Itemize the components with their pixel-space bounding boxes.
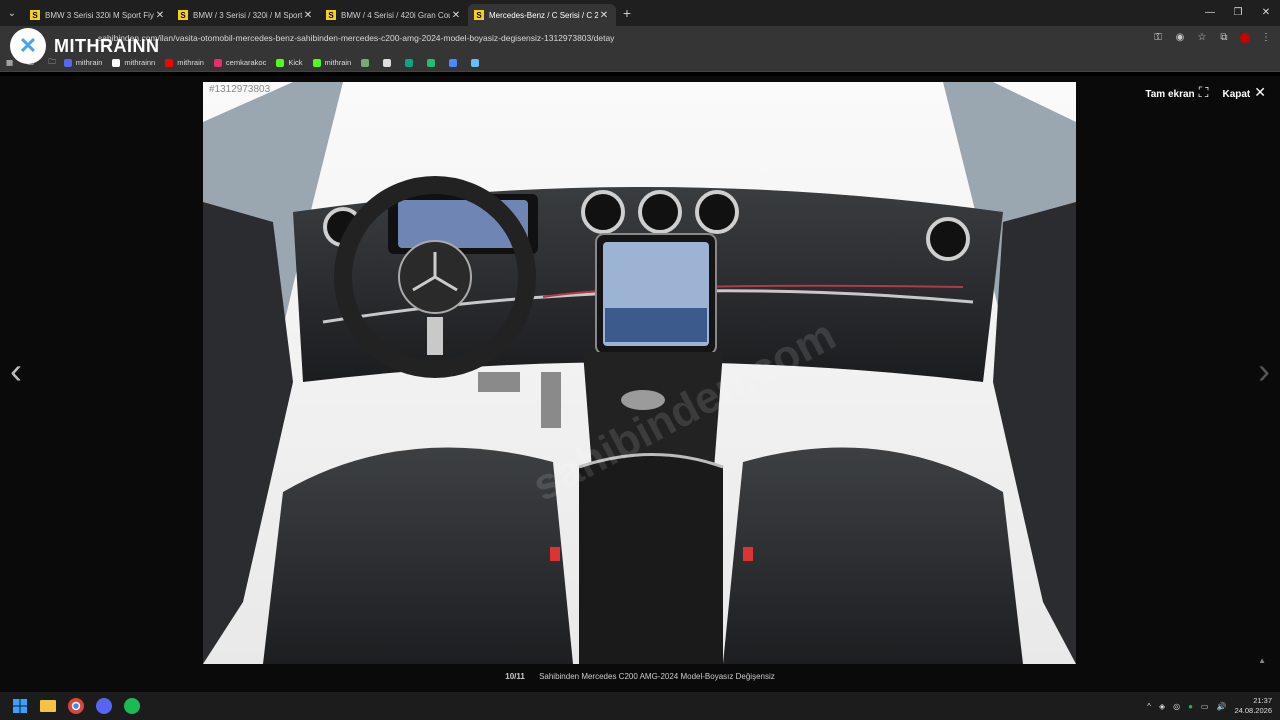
close-tab-icon[interactable]: ✕ <box>154 10 166 21</box>
tab-title: BMW 3 Serisi 320i M Sport Fiya <box>45 10 154 20</box>
discord-icon[interactable] <box>90 692 118 720</box>
profile-avatar[interactable] <box>1240 33 1250 43</box>
bookmark-mithrain-kick[interactable]: mithrain <box>312 58 351 67</box>
close-tab-icon[interactable]: ✕ <box>598 10 610 21</box>
bookmark-shortcut-icon[interactable] <box>383 58 395 67</box>
fullscreen-button[interactable]: Tam ekran ⛶ <box>1145 84 1208 101</box>
sahibinden-favicon-icon: S <box>178 10 188 20</box>
tab-title: Mercedes-Benz / C Serisi / C 20 <box>489 10 598 20</box>
sahibinden-favicon-icon: S <box>326 10 336 20</box>
close-window-icon[interactable]: ✕ <box>1252 0 1280 26</box>
close-tab-icon[interactable]: ✕ <box>302 10 314 21</box>
clock-time: 21:37 <box>1253 696 1272 705</box>
x-icon: ✕ <box>10 28 46 64</box>
bookmark-star-icon[interactable]: ☆ <box>1196 32 1208 43</box>
tab-search-icon[interactable]: ⌄ <box>0 0 24 26</box>
tab-2[interactable]: S BMW / 3 Serisi / 320i / M Sport ✕ <box>172 4 320 26</box>
clock-date: 24.08.2026 <box>1234 706 1272 715</box>
clock[interactable]: 21:37 24.08.2026 <box>1234 696 1272 716</box>
steam-tray-icon[interactable]: ◎ <box>1173 702 1180 711</box>
windows-start-icon[interactable] <box>6 692 34 720</box>
youtube-icon <box>165 58 174 67</box>
bookmark-kick[interactable]: Kick <box>276 58 303 67</box>
kick-icon <box>312 58 321 67</box>
password-key-icon[interactable]: ⚿ <box>1152 32 1164 43</box>
chevron-up-icon[interactable]: ^ <box>1147 702 1151 711</box>
steam-icon[interactable] <box>471 58 483 67</box>
chrome-icon[interactable] <box>62 692 90 720</box>
extensions-icon[interactable]: ⧉ <box>1218 32 1230 43</box>
tab-3[interactable]: S BMW / 4 Serisi / 420i Gran Cou ✕ <box>320 4 468 26</box>
fullscreen-icon: ⛶ <box>1198 84 1209 100</box>
tab-bar: ⌄ S BMW 3 Serisi 320i M Sport Fiya ✕ S B… <box>0 0 1280 26</box>
overlay-logo-text: MITHRAINN <box>54 35 160 56</box>
sahibinden-favicon-icon: S <box>474 10 484 20</box>
windows-taskbar: ^ ◈ ◎ ● ▭ 🔊 21:37 24.08.2026 <box>0 692 1280 720</box>
bookmark-mithrain-youtube[interactable]: mithrain <box>165 58 204 67</box>
photo-title: Sahibinden Mercedes C200 AMG-2024 Model-… <box>539 672 775 681</box>
bookmark-shortcut-icon[interactable] <box>449 58 461 67</box>
tab-title: BMW / 4 Serisi / 420i Gran Cou <box>341 10 450 20</box>
car-interior-photo[interactable]: sahibinden.com <box>203 82 1076 664</box>
file-explorer-icon[interactable] <box>34 692 62 720</box>
photo-counter: 10/11 <box>505 672 525 681</box>
system-tray: ^ ◈ ◎ ● ▭ 🔊 21:37 24.08.2026 <box>1147 692 1272 720</box>
tab-4-active[interactable]: S Mercedes-Benz / C Serisi / C 20 ✕ <box>468 4 616 26</box>
bookmark-shortcut-icon[interactable] <box>427 58 439 67</box>
address-toolbar: sahibinden.com/ilan/vasita-otomobil-merc… <box>0 26 1280 54</box>
window-controls: — ❐ ✕ <box>1196 0 1280 26</box>
address-bar[interactable]: sahibinden.com/ilan/vasita-otomobil-merc… <box>98 33 614 43</box>
sahibinden-favicon-icon: S <box>30 10 40 20</box>
eye-off-icon[interactable]: ◉ <box>1174 32 1186 43</box>
close-icon: ✕ <box>1254 84 1266 100</box>
new-tab-button[interactable]: + <box>616 5 638 21</box>
network-icon[interactable]: ▭ <box>1201 702 1209 711</box>
discord-tray-icon[interactable]: ◈ <box>1159 702 1165 711</box>
minimize-icon[interactable]: — <box>1196 0 1224 26</box>
menu-dots-icon[interactable]: ⋮ <box>1260 32 1272 43</box>
next-photo-arrow-icon[interactable]: › <box>1258 350 1270 392</box>
previous-photo-arrow-icon[interactable]: ‹ <box>10 350 22 392</box>
maximize-icon[interactable]: ❐ <box>1224 0 1252 26</box>
spotify-icon[interactable] <box>118 692 146 720</box>
close-viewer-button[interactable]: Kapat ✕ <box>1222 84 1266 101</box>
listing-id: #1312973803 <box>209 84 271 95</box>
overlay-logo: ✕ MITHRAINN <box>10 28 160 64</box>
volume-icon[interactable]: 🔊 <box>1216 702 1226 711</box>
close-tab-icon[interactable]: ✕ <box>450 10 462 21</box>
spotify-tray-icon[interactable]: ● <box>1188 702 1193 711</box>
car-interior-illustration: sahibinden.com <box>203 82 1076 664</box>
bookmark-shortcut-icon[interactable] <box>361 58 373 67</box>
tab-1[interactable]: S BMW 3 Serisi 320i M Sport Fiya ✕ <box>24 4 172 26</box>
toolbar-actions: ⚿ ◉ ☆ ⧉ ⋮ <box>1152 32 1272 43</box>
kick-icon <box>276 58 285 67</box>
viewer-controls: Tam ekran ⛶ Kapat ✕ <box>1145 84 1266 101</box>
instagram-icon <box>213 58 222 67</box>
bookmarks-bar: ▦ ▭ 🗀 mithrain mithrainn mithrain cemkar… <box>0 54 1280 72</box>
scroll-up-icon[interactable]: ▲ <box>1258 656 1266 665</box>
photo-caption: 10/11 Sahibinden Mercedes C200 AMG-2024 … <box>0 672 1280 681</box>
tab-title: BMW / 3 Serisi / 320i / M Sport <box>193 10 302 20</box>
bookmark-shortcut-icon[interactable] <box>405 58 417 67</box>
bookmark-cemkarakoc-instagram[interactable]: cemkarakoc <box>213 58 266 67</box>
